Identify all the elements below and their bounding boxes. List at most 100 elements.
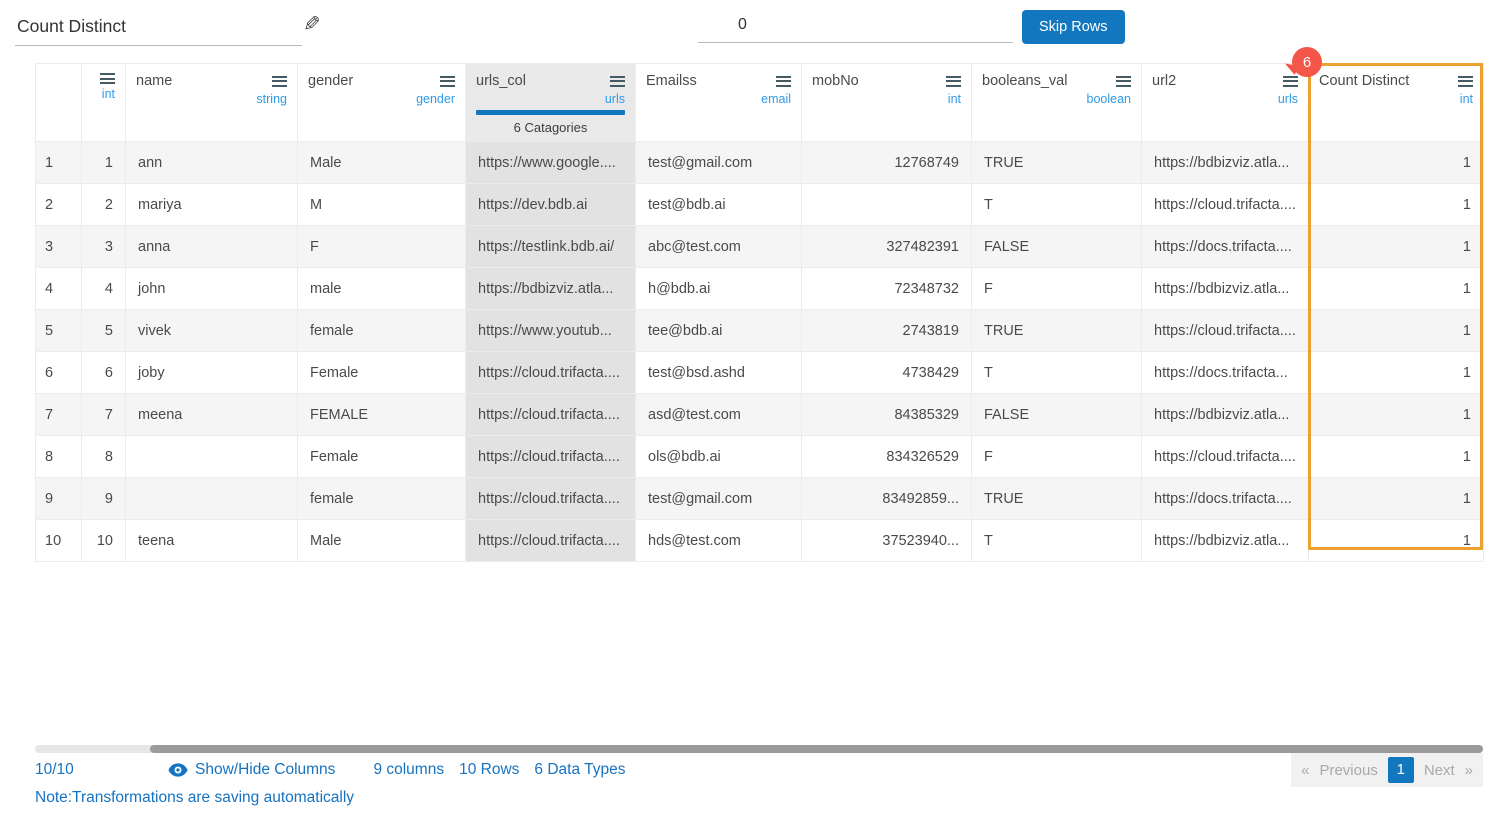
cell-booleans-val[interactable]: TRUE <box>972 142 1142 184</box>
cell-index[interactable]: 5 <box>82 310 126 352</box>
cell-mobno[interactable]: 37523940... <box>802 520 972 562</box>
column-menu-icon[interactable] <box>610 76 625 87</box>
cell-name[interactable]: meena <box>126 394 298 436</box>
cell-mobno[interactable]: 84385329 <box>802 394 972 436</box>
cell-urls-col[interactable]: https://cloud.trifacta.... <box>466 394 636 436</box>
cell-count-distinct[interactable]: 1 <box>1309 310 1484 352</box>
cell-url2[interactable]: https://docs.trifacta.... <box>1142 226 1309 268</box>
cell-emailss[interactable]: asd@test.com <box>636 394 802 436</box>
cell-index[interactable]: 2 <box>82 184 126 226</box>
cell-urls-col[interactable]: https://dev.bdb.ai <box>466 184 636 226</box>
cell-booleans-val[interactable]: FALSE <box>972 394 1142 436</box>
cell-booleans-val[interactable]: F <box>972 436 1142 478</box>
column-header-url2[interactable]: url2urls <box>1142 64 1309 142</box>
cell-booleans-val[interactable]: T <box>972 520 1142 562</box>
edit-pencil-icon[interactable]: ✎ <box>303 12 321 37</box>
cell-url2[interactable]: https://cloud.trifacta.... <box>1142 184 1309 226</box>
previous-arrow[interactable]: « <box>1301 762 1309 779</box>
cell-emailss[interactable]: test@bdb.ai <box>636 184 802 226</box>
column-menu-icon[interactable] <box>946 76 961 87</box>
cell-emailss[interactable]: test@bsd.ashd <box>636 352 802 394</box>
cell-url2[interactable]: https://bdbizviz.atla... <box>1142 142 1309 184</box>
cell-mobno[interactable] <box>802 184 972 226</box>
scrollbar-thumb[interactable] <box>150 745 1483 753</box>
cell-index[interactable]: 1 <box>82 142 126 184</box>
cell-booleans-val[interactable]: F <box>972 268 1142 310</box>
cell-urls-col[interactable]: https://bdbizviz.atla... <box>466 268 636 310</box>
cell-index[interactable]: 10 <box>82 520 126 562</box>
column-menu-icon[interactable] <box>440 76 455 87</box>
transform-name-input[interactable]: Count Distinct <box>15 8 302 46</box>
cell-url2[interactable]: https://cloud.trifacta.... <box>1142 436 1309 478</box>
cell-mobno[interactable]: 83492859... <box>802 478 972 520</box>
cell-emailss[interactable]: h@bdb.ai <box>636 268 802 310</box>
column-header-emailss[interactable]: Emailssemail <box>636 64 802 142</box>
cell-booleans-val[interactable]: T <box>972 184 1142 226</box>
cell-urls-col[interactable]: https://cloud.trifacta.... <box>466 478 636 520</box>
cell-mobno[interactable]: 834326529 <box>802 436 972 478</box>
cell-booleans-val[interactable]: TRUE <box>972 478 1142 520</box>
cell-index[interactable]: 9 <box>82 478 126 520</box>
cell-mobno[interactable]: 4738429 <box>802 352 972 394</box>
cell-urls-col[interactable]: https://cloud.trifacta.... <box>466 352 636 394</box>
cell-emailss[interactable]: abc@test.com <box>636 226 802 268</box>
horizontal-scrollbar[interactable] <box>35 745 1483 753</box>
cell-count-distinct[interactable]: 1 <box>1309 142 1484 184</box>
cell-urls-col[interactable]: https://www.youtub... <box>466 310 636 352</box>
cell-index[interactable]: 7 <box>82 394 126 436</box>
cell-gender[interactable]: F <box>298 226 466 268</box>
next-arrow[interactable]: » <box>1465 762 1473 779</box>
column-header-gender[interactable]: gendergender <box>298 64 466 142</box>
cell-name[interactable] <box>126 478 298 520</box>
cell-url2[interactable]: https://bdbizviz.atla... <box>1142 394 1309 436</box>
cell-gender[interactable]: male <box>298 268 466 310</box>
cell-booleans-val[interactable]: FALSE <box>972 226 1142 268</box>
cell-urls-col[interactable]: https://www.google.... <box>466 142 636 184</box>
column-header-index[interactable]: int <box>82 64 126 142</box>
column-menu-icon[interactable] <box>776 76 791 87</box>
cell-name[interactable]: mariya <box>126 184 298 226</box>
current-page-button[interactable]: 1 <box>1388 757 1414 783</box>
cell-emailss[interactable]: test@gmail.com <box>636 478 802 520</box>
cell-url2[interactable]: https://bdbizviz.atla... <box>1142 268 1309 310</box>
cell-index[interactable]: 3 <box>82 226 126 268</box>
cell-gender[interactable]: Male <box>298 142 466 184</box>
cell-gender[interactable]: FEMALE <box>298 394 466 436</box>
column-header-urls-col[interactable]: urls_colurls6 Catagories <box>466 64 636 142</box>
cell-emailss[interactable]: ols@bdb.ai <box>636 436 802 478</box>
cell-emailss[interactable]: test@gmail.com <box>636 142 802 184</box>
column-header-mobno[interactable]: mobNoint <box>802 64 972 142</box>
column-menu-icon[interactable] <box>1283 76 1298 87</box>
cell-name[interactable] <box>126 436 298 478</box>
previous-button[interactable]: Previous <box>1319 762 1377 779</box>
cell-url2[interactable]: https://docs.trifacta.... <box>1142 478 1309 520</box>
column-header-booleans-val[interactable]: booleans_valboolean <box>972 64 1142 142</box>
cell-count-distinct[interactable]: 1 <box>1309 520 1484 562</box>
column-menu-icon[interactable] <box>1458 76 1473 87</box>
cell-gender[interactable]: Female <box>298 352 466 394</box>
cell-gender[interactable]: Male <box>298 520 466 562</box>
cell-gender[interactable]: M <box>298 184 466 226</box>
cell-name[interactable]: john <box>126 268 298 310</box>
cell-index[interactable]: 8 <box>82 436 126 478</box>
cell-count-distinct[interactable]: 1 <box>1309 436 1484 478</box>
cell-booleans-val[interactable]: TRUE <box>972 310 1142 352</box>
cell-booleans-val[interactable]: T <box>972 352 1142 394</box>
cell-count-distinct[interactable]: 1 <box>1309 478 1484 520</box>
cell-count-distinct[interactable]: 1 <box>1309 226 1484 268</box>
cell-emailss[interactable]: hds@test.com <box>636 520 802 562</box>
column-menu-icon[interactable] <box>272 76 287 87</box>
cell-urls-col[interactable]: https://cloud.trifacta.... <box>466 520 636 562</box>
cell-name[interactable]: ann <box>126 142 298 184</box>
cell-count-distinct[interactable]: 1 <box>1309 352 1484 394</box>
cell-count-distinct[interactable]: 1 <box>1309 184 1484 226</box>
cell-count-distinct[interactable]: 1 <box>1309 268 1484 310</box>
cell-count-distinct[interactable]: 1 <box>1309 394 1484 436</box>
cell-name[interactable]: teena <box>126 520 298 562</box>
cell-url2[interactable]: https://docs.trifacta... <box>1142 352 1309 394</box>
column-menu-icon[interactable] <box>100 73 115 84</box>
cell-mobno[interactable]: 2743819 <box>802 310 972 352</box>
next-button[interactable]: Next <box>1424 762 1455 779</box>
cell-mobno[interactable]: 12768749 <box>802 142 972 184</box>
column-menu-icon[interactable] <box>1116 76 1131 87</box>
